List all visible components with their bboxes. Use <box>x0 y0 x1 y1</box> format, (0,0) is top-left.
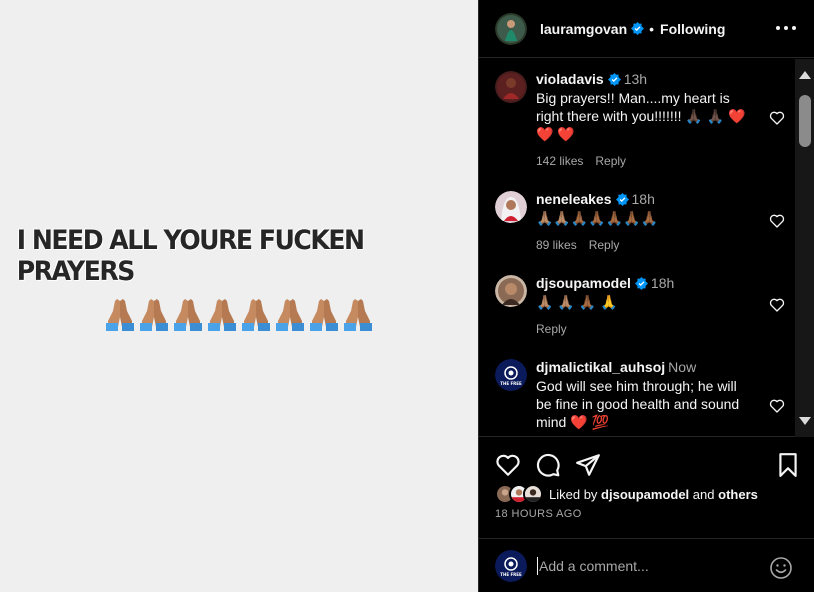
comments-scrollbar[interactable] <box>795 59 814 437</box>
folded-hands-icon <box>106 299 134 331</box>
following-button[interactable]: Following <box>660 21 725 37</box>
add-comment-input[interactable] <box>539 557 759 574</box>
folded-hands-icon <box>208 299 236 331</box>
comment-reply-button[interactable]: Reply <box>589 238 620 252</box>
comment-icon[interactable] <box>535 452 561 478</box>
folded-hands-icon <box>344 299 372 331</box>
comment-time[interactable]: 18h <box>632 191 655 207</box>
comment-likes[interactable]: 89 likes <box>536 238 577 252</box>
folded-hands-icon <box>242 299 270 331</box>
verified-badge-icon <box>631 22 645 35</box>
save-bookmark-icon[interactable] <box>775 452 801 478</box>
post-caption-text: I NEED ALL YOURE FUCKEN PRAYERS <box>16 225 365 287</box>
comment-text: 🙏🏽 🙏🏽 🙏🏾 🙏 <box>536 294 618 310</box>
comment-reply-button[interactable]: Reply <box>536 322 567 336</box>
author-username[interactable]: lauramgovan <box>540 21 627 37</box>
comment-username[interactable]: neneleakes <box>536 191 612 207</box>
comment-time[interactable]: 13h <box>624 71 647 87</box>
likes-prefix: Liked by <box>549 486 598 502</box>
folded-hands-icon <box>174 299 202 331</box>
verified-badge-icon <box>607 73 621 86</box>
comment-like-heart-icon[interactable] <box>769 297 785 313</box>
comment-text: 🙏🏽🙏🏽🙏🏾🙏🏾🙏🏾🙏🏾🙏🏾 <box>536 210 659 226</box>
comment-username[interactable]: djmalictikal_auhsoj <box>536 359 665 375</box>
likes-user-link[interactable]: djsoupamodel <box>601 487 689 502</box>
folded-hands-icon <box>310 299 338 331</box>
emoji-picker-icon[interactable] <box>769 556 793 580</box>
scroll-up-arrow-icon[interactable] <box>799 71 811 79</box>
comment-item: violadavis 13h Big prayers!! Man....my he… <box>495 59 791 168</box>
post-actions <box>495 452 801 478</box>
comment-time[interactable]: Now <box>668 359 696 375</box>
comment-likes[interactable]: 142 likes <box>536 154 583 168</box>
header-separator: • <box>649 20 655 37</box>
post-header: lauramgovan • Following <box>479 0 814 58</box>
comment-time[interactable]: 18h <box>651 275 674 291</box>
comment-item: THE FREE djmalictikal_auhsoj Now God will… <box>495 347 791 431</box>
commenter-avatar[interactable] <box>495 191 527 223</box>
post-emoji-row <box>104 295 374 331</box>
folded-hands-icon <box>276 299 304 331</box>
commenter-avatar[interactable] <box>495 71 527 103</box>
comment-text: God will see him through; he will be fin… <box>536 378 740 430</box>
commenter-avatar[interactable] <box>495 275 527 307</box>
comment-text: Big prayers!! Man....my heart is right t… <box>536 90 746 142</box>
comment-item: neneleakes 18h 🙏🏽🙏🏽🙏🏾🙏🏾🙏🏾🙏🏾🙏🏾 89 likes Rep… <box>495 179 791 252</box>
folded-hands-icon <box>140 299 168 331</box>
share-send-icon[interactable] <box>575 452 601 478</box>
comment-username[interactable]: djsoupamodel <box>536 275 631 291</box>
likes-joiner: and <box>692 486 715 502</box>
post-image[interactable]: I NEED ALL YOURE FUCKEN PRAYERS <box>0 0 478 592</box>
verified-badge-icon <box>634 277 648 290</box>
comment-like-heart-icon[interactable] <box>769 398 785 414</box>
comment-reply-button[interactable]: Reply <box>595 154 626 168</box>
scroll-down-arrow-icon[interactable] <box>799 417 811 425</box>
like-heart-icon[interactable] <box>495 452 521 478</box>
comment-like-heart-icon[interactable] <box>769 213 785 229</box>
avatar-badge-text: THE FREE <box>500 572 522 577</box>
likes-summary: Liked by djsoupamodel and others <box>495 484 758 504</box>
liker-avatar <box>523 484 543 504</box>
avatar-badge-text: THE FREE <box>500 381 522 386</box>
current-user-avatar: THE FREE <box>495 549 527 582</box>
text-caret <box>537 556 538 575</box>
post-side-panel: lauramgovan • Following violadavis 13h Bi… <box>478 0 814 592</box>
liker-avatars[interactable] <box>495 484 549 504</box>
add-comment-bar: THE FREE <box>479 538 814 592</box>
author-avatar[interactable] <box>495 12 527 45</box>
post-timestamp[interactable]: 18 HOURS AGO <box>495 508 582 520</box>
more-options-icon[interactable] <box>776 18 796 38</box>
comment-like-heart-icon[interactable] <box>769 110 785 126</box>
verified-badge-icon <box>615 193 629 206</box>
commenter-avatar[interactable]: THE FREE <box>495 359 527 391</box>
comment-item: djsoupamodel 18h 🙏🏽 🙏🏽 🙏🏾 🙏 Reply <box>495 263 791 336</box>
comment-username[interactable]: violadavis <box>536 71 604 87</box>
comments-list[interactable]: violadavis 13h Big prayers!! Man....my he… <box>479 59 796 437</box>
likes-others-link[interactable]: others <box>718 487 758 502</box>
scrollbar-thumb[interactable] <box>799 95 811 147</box>
likes-text: Liked by djsoupamodel and others <box>549 487 758 502</box>
